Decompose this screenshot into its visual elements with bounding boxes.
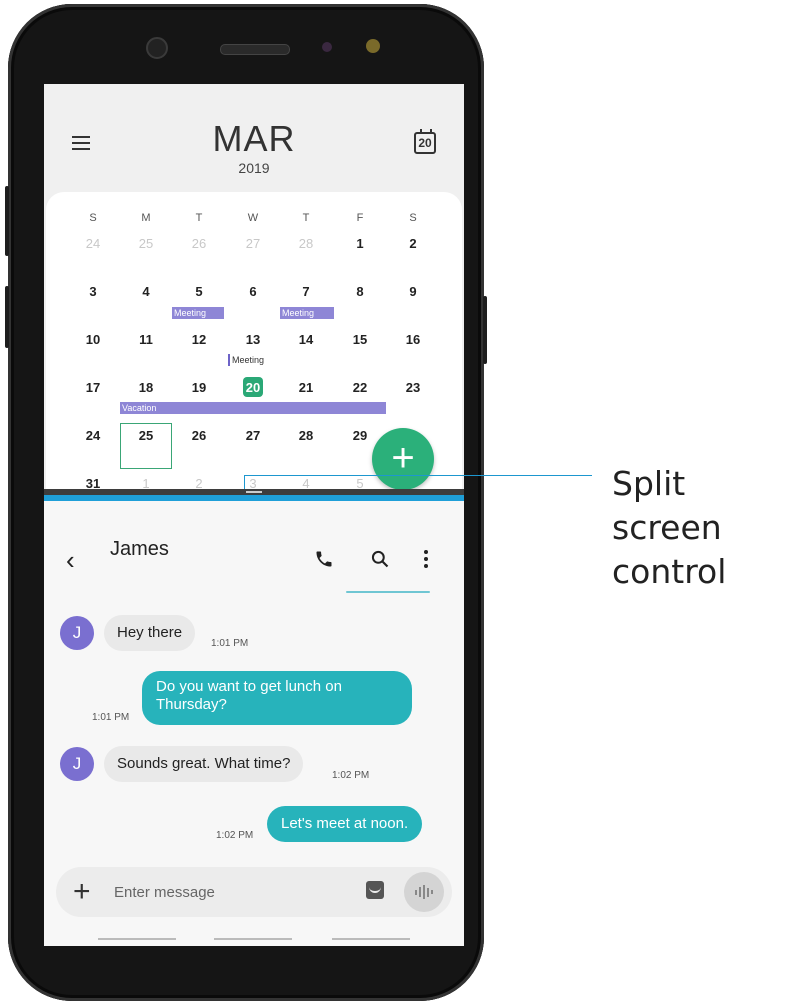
calendar-day[interactable]: 12 (179, 332, 219, 347)
calendar-day[interactable]: 25 (126, 236, 166, 251)
message-outgoing[interactable]: Do you want to get lunch on Thursday? (142, 671, 412, 725)
callout-line: control (612, 552, 727, 591)
volume-button (5, 186, 9, 256)
calendar-day[interactable]: 1 (340, 236, 380, 251)
weekday-mon: M (141, 212, 151, 224)
calendar-day[interactable]: 16 (393, 332, 433, 347)
phone-frame: MAR 2019 20 S M T W T F S 24 25 26 27 28 1 2 3 4… (5, 4, 487, 1001)
calendar-day[interactable]: 25 (126, 428, 166, 443)
calendar-day[interactable]: 11 (126, 332, 166, 347)
avatar[interactable]: J (60, 747, 94, 781)
calendar-day[interactable]: 4 (126, 284, 166, 299)
message-time: 1:01 PM (92, 712, 130, 723)
nav-button-home[interactable] (214, 938, 292, 940)
calendar-day[interactable]: 20 (233, 380, 273, 395)
message-time: 1:02 PM (216, 830, 254, 841)
avatar[interactable]: J (60, 616, 94, 650)
phone-icon[interactable] (314, 549, 334, 569)
calendar-day[interactable]: 3 (73, 284, 113, 299)
calendar-day[interactable]: 24 (73, 428, 113, 443)
calendar-day[interactable]: 2 (393, 236, 433, 251)
weekday-tue: T (195, 212, 203, 224)
event-vacation[interactable]: Vacation (120, 402, 386, 414)
year-label: 2019 (238, 160, 270, 176)
calendar-icon[interactable]: 20 (414, 129, 436, 154)
event-meeting[interactable]: Meeting (280, 307, 334, 319)
nav-button-recents[interactable] (98, 938, 176, 940)
sticker-icon[interactable] (366, 881, 384, 899)
earpiece-speaker (220, 44, 290, 55)
bixby-button (5, 286, 9, 348)
calendar-day[interactable]: 27 (233, 236, 273, 251)
message-input[interactable] (114, 882, 354, 902)
calendar-day[interactable]: 13 (233, 332, 273, 347)
message-incoming[interactable]: Sounds great. What time? (104, 746, 304, 782)
calendar-day[interactable]: 27 (233, 428, 273, 443)
calendar-day[interactable]: 7 (286, 284, 326, 299)
callout-pointer-line (244, 475, 592, 476)
add-attachment-icon[interactable]: + (73, 875, 91, 909)
front-flash (366, 39, 380, 53)
calendar-day[interactable]: 28 (286, 236, 326, 251)
calendar-day[interactable]: 24 (73, 236, 113, 251)
calendar-day[interactable]: 8 (340, 284, 380, 299)
screen: MAR 2019 20 S M T W T F S 24 25 26 27 28 1 2 3 4… (44, 84, 464, 946)
month-title: MAR (212, 118, 296, 159)
back-icon[interactable]: ‹ (66, 545, 75, 576)
calendar-day[interactable]: 29 (340, 428, 380, 443)
message-time: 1:02 PM (332, 770, 370, 781)
calendar-day[interactable]: 18 (126, 380, 166, 395)
split-screen-control-callout: Split screen control (612, 462, 804, 594)
calendar-day[interactable]: 26 (179, 428, 219, 443)
calendar-day[interactable]: 23 (393, 380, 433, 395)
message-text-line: Thursday? (156, 696, 227, 713)
message-outgoing[interactable]: Let's meet at noon. (267, 806, 423, 842)
event-meeting[interactable]: Meeting (228, 354, 272, 366)
event-meeting[interactable]: Meeting (172, 307, 224, 319)
message-text-line: Do you want to get lunch on (156, 678, 342, 695)
calendar-day[interactable]: 17 (73, 380, 113, 395)
weekday-fri: F (356, 212, 364, 224)
split-screen-handle[interactable] (246, 491, 262, 493)
navigation-bar (44, 932, 464, 946)
voice-icon (415, 885, 435, 899)
calendar-day[interactable]: 15 (340, 332, 380, 347)
more-icon[interactable] (424, 550, 428, 571)
calendar-pane: MAR 2019 20 S M T W T F S 24 25 26 27 28 1 2 3 4… (44, 84, 464, 491)
calendar-day[interactable]: 22 (340, 380, 380, 395)
calendar-day[interactable]: 5 (179, 284, 219, 299)
weekday-sat: S (409, 212, 417, 224)
calendar-day[interactable]: 14 (286, 332, 326, 347)
calendar-day[interactable]: 28 (286, 428, 326, 443)
message-time: 1:01 PM (211, 638, 249, 649)
front-camera (146, 37, 168, 59)
message-incoming[interactable]: Hey there (104, 615, 196, 651)
calendar-day[interactable]: 21 (286, 380, 326, 395)
calendar-day[interactable]: 9 (393, 284, 433, 299)
calendar-day[interactable]: 19 (179, 380, 219, 395)
weekday-thu: T (302, 212, 310, 224)
weekday-sun: S (89, 212, 97, 224)
contact-name: James (110, 538, 169, 560)
callout-line: Split screen (612, 464, 722, 547)
search-icon[interactable] (370, 549, 390, 569)
nav-button-back[interactable] (332, 938, 410, 940)
weekday-wed: W (247, 212, 259, 224)
add-event-button[interactable]: + (372, 428, 434, 490)
callout-pointer-tick (244, 475, 245, 489)
tab-indicator (346, 591, 430, 593)
calendar-day[interactable]: 10 (73, 332, 113, 347)
calendar-day[interactable]: 26 (179, 236, 219, 251)
power-button (483, 296, 487, 364)
proximity-sensor (322, 42, 332, 52)
calendar-day[interactable]: 6 (233, 284, 273, 299)
